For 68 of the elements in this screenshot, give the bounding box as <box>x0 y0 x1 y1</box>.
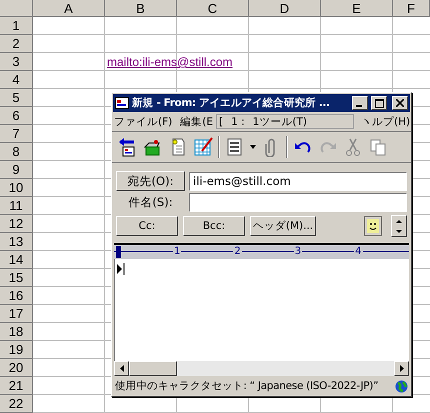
row-header[interactable]: 18 <box>0 323 33 341</box>
horizontal-scrollbar[interactable] <box>114 361 409 376</box>
row-header[interactable]: 3 <box>0 53 33 71</box>
globe-icon <box>395 380 408 392</box>
close-button[interactable] <box>392 96 408 110</box>
right-arrow-icon <box>400 365 404 372</box>
menu-item[interactable]: ヽルプ(H) <box>360 115 410 129</box>
grid-icon[interactable] <box>193 137 213 157</box>
subject-label: 件名(S): <box>127 195 174 210</box>
caret-icon[interactable] <box>250 145 256 149</box>
close-icon <box>396 99 404 107</box>
row-header[interactable]: 17 <box>0 305 33 323</box>
column-header[interactable]: D <box>249 0 321 17</box>
column-header[interactable]: F <box>393 0 430 17</box>
left-arrow-icon <box>120 365 124 372</box>
minimize-button[interactable] <box>352 96 368 110</box>
row-header[interactable]: 14 <box>0 251 33 269</box>
down-arrow-icon <box>396 230 402 232</box>
row-header[interactable]: 7 <box>0 125 33 143</box>
copy-icon[interactable] <box>368 137 388 157</box>
row-header[interactable]: 21 <box>0 377 33 395</box>
menu-item[interactable]: 編集(E <box>180 115 213 129</box>
text-cursor-icon <box>117 263 125 275</box>
window-title: 新規 - From: アイエルアイ総合研究所 ... <box>132 96 331 110</box>
overlay-text: 1 : <box>231 116 245 128</box>
column-header[interactable]: C <box>177 0 249 17</box>
indent-marker[interactable] <box>116 246 121 258</box>
header-button[interactable]: Cc: <box>116 216 178 236</box>
window-icon <box>115 97 129 109</box>
smiley-icon[interactable] <box>364 216 382 236</box>
status-text: 使用中のキャラクタセット: “ Japanese (ISO-2022-JP)” <box>115 379 378 393</box>
row-header[interactable]: 13 <box>0 233 33 251</box>
column-header[interactable]: E <box>321 0 393 17</box>
header-button[interactable]: ヘッダ(M)... <box>250 216 316 236</box>
column-header[interactable]: B <box>105 0 177 17</box>
row-header[interactable]: 6 <box>0 107 33 125</box>
column-header[interactable]: A <box>33 0 105 17</box>
corner-cell <box>0 0 33 17</box>
menu-item[interactable]: ファイル(F) <box>114 115 172 129</box>
row-header[interactable]: 12 <box>0 215 33 233</box>
spin-button[interactable] <box>391 215 407 237</box>
row-header[interactable]: 11 <box>0 197 33 215</box>
scroll-right-button[interactable] <box>394 361 409 376</box>
row-header[interactable]: 1 <box>0 17 33 35</box>
scroll-left-button[interactable] <box>114 361 129 376</box>
overlay-text: 1ツール(T) <box>252 114 307 128</box>
row-header[interactable]: 20 <box>0 359 33 377</box>
row-header[interactable]: 4 <box>0 71 33 89</box>
row-header[interactable]: 5 <box>0 89 33 107</box>
row-header[interactable]: 10 <box>0 179 33 197</box>
row-header[interactable]: 16 <box>0 287 33 305</box>
up-arrow-icon <box>396 220 402 222</box>
to-button[interactable]: 宛先(O): <box>116 171 185 191</box>
overlay-text: [ <box>219 116 224 128</box>
scroll-thumb[interactable] <box>129 361 177 376</box>
ruler[interactable]: 1 2 3 4 <box>114 243 409 259</box>
row-header[interactable]: 15 <box>0 269 33 287</box>
maximize-icon <box>374 98 384 108</box>
row-header[interactable]: 8 <box>0 143 33 161</box>
hyperlink[interactable]: mailto:ili-ems@still.com <box>107 55 233 69</box>
row-header[interactable]: 19 <box>0 341 33 359</box>
maximize-button[interactable] <box>371 96 387 110</box>
row-header[interactable]: 22 <box>0 395 33 413</box>
to-field[interactable]: ili-ems@still.com <box>189 172 407 190</box>
row-header[interactable]: 9 <box>0 161 33 179</box>
header-button[interactable]: Bcc: <box>183 216 245 236</box>
row-header[interactable]: 2 <box>0 35 33 53</box>
subject-field[interactable] <box>189 193 407 212</box>
